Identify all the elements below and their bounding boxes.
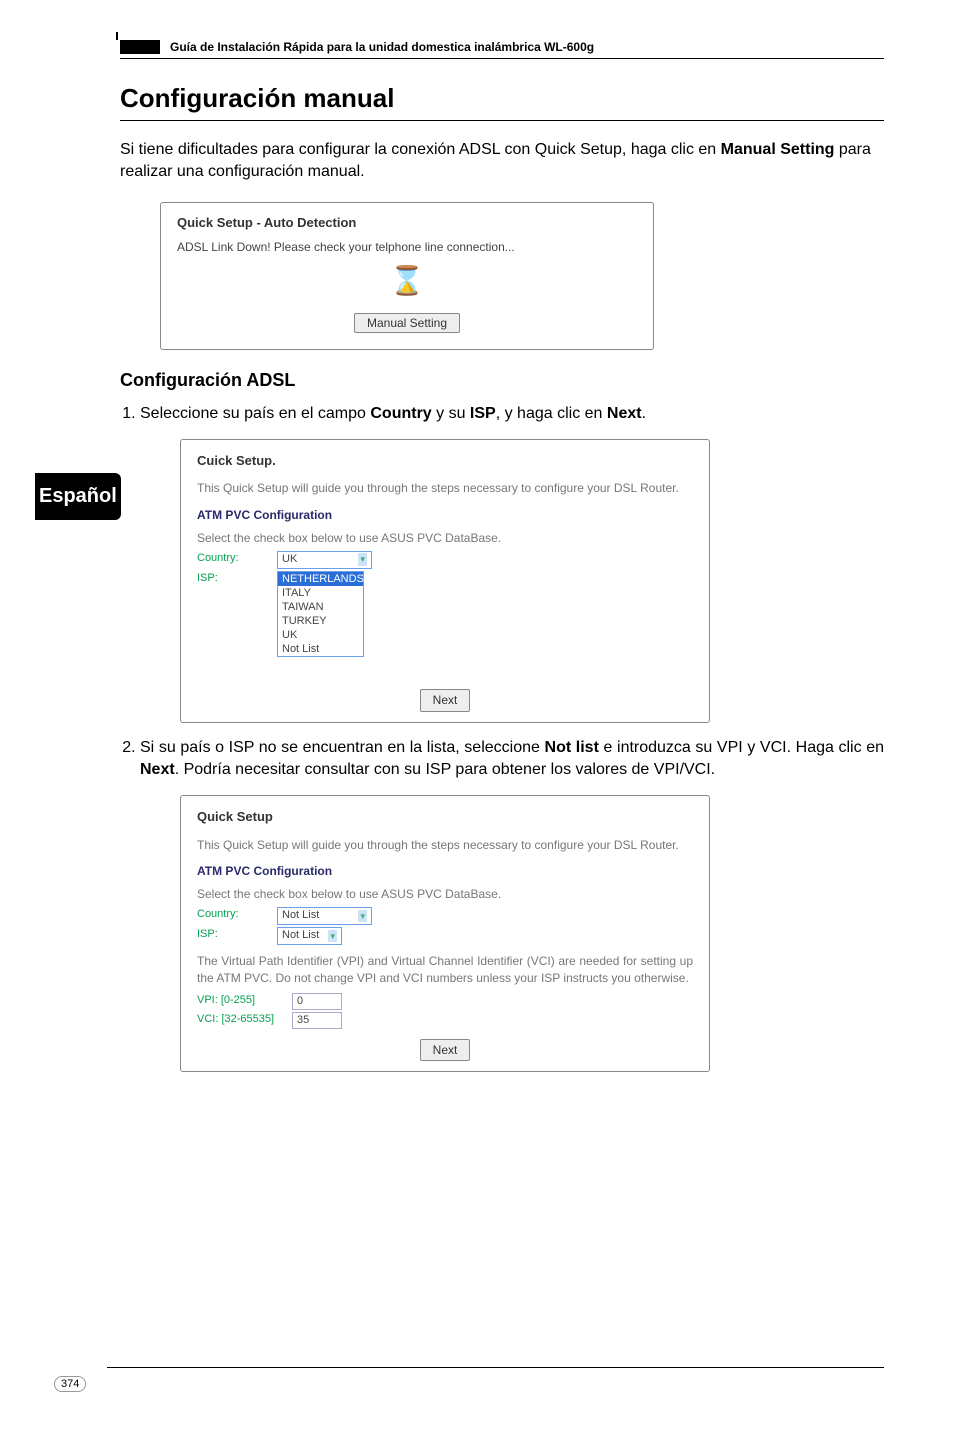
hourglass-wrap: ⌛ (177, 264, 637, 297)
intro-paragraph: Si tiene dificultades para configurar la… (120, 139, 884, 184)
ss2-section: ATM PVC Configuration (197, 507, 693, 524)
step1-post: . (642, 405, 646, 422)
page-header: Guía de Instalación Rápida para la unida… (120, 40, 884, 59)
ss3-isp-label: ISP: (197, 927, 277, 945)
step1-pre: Seleccione su país en el campo (140, 405, 370, 422)
intro-text-pre: Si tiene dificultades para configurar la… (120, 141, 721, 158)
step1-mid: y su (432, 405, 470, 422)
step2-post: . Podría necesitar consultar con su ISP … (175, 761, 715, 778)
screenshot-auto-detection: Quick Setup - Auto Detection ADSL Link D… (160, 202, 654, 350)
step2-bold2: Next (140, 761, 175, 778)
step2-pre: Si su país o ISP no se encuentran en la … (140, 739, 545, 756)
vpi-input[interactable]: 0 (292, 993, 342, 1010)
ss1-title: Quick Setup - Auto Detection (177, 215, 637, 230)
ss3-desc: This Quick Setup will guide you through … (197, 837, 693, 854)
isp-option[interactable]: TURKEY (278, 614, 363, 628)
isp-option[interactable]: UK (278, 628, 363, 642)
step1-bold2: ISP (470, 405, 496, 422)
ss2-country-label: Country: (197, 551, 277, 569)
step2-mid: e introduzca su VPI y VCI. Haga clic en (599, 739, 884, 756)
isp-select-open[interactable]: NETHERLANDS ITALY TAIWAN TURKEY UK Not L… (277, 571, 364, 657)
hourglass-icon: ⌛ (390, 265, 425, 296)
step1-bold3: Next (607, 405, 642, 422)
page-title: Configuración manual (120, 83, 884, 114)
vpi-label: VPI: [0-255] (197, 993, 292, 1010)
step1-bold1: Country (370, 405, 431, 422)
ss3-select-label: Select the check box below to use ASUS P… (197, 886, 693, 903)
adsl-subheading: Configuración ADSL (120, 370, 884, 391)
brand-icon (120, 40, 160, 54)
isp-option[interactable]: NETHERLANDS (278, 572, 363, 586)
vci-label: VCI: [32-65535] (197, 1012, 292, 1029)
ss1-text: ADSL Link Down! Please check your telpho… (177, 240, 637, 254)
chevron-down-icon: ▾ (358, 910, 367, 923)
ss2-title: Cuick Setup. (197, 452, 693, 470)
chevron-down-icon: ▾ (358, 553, 367, 566)
isp-select-value: Not List (282, 928, 319, 943)
isp-option[interactable]: TAIWAN (278, 600, 363, 614)
ss2-desc: This Quick Setup will guide you through … (197, 480, 693, 497)
page-number: 374 (54, 1376, 86, 1392)
intro-text-bold: Manual Setting (721, 141, 835, 158)
manual-setting-button[interactable]: Manual Setting (354, 313, 460, 333)
title-underline (120, 120, 884, 121)
ss3-vpvc-text: The Virtual Path Identifier (VPI) and Vi… (197, 953, 693, 987)
screenshot-quick-setup-vpi-vci: Quick Setup This Quick Setup will guide … (180, 795, 710, 1072)
vci-input[interactable]: 35 (292, 1012, 342, 1029)
chevron-down-icon: ▾ (328, 930, 337, 943)
step1-mid2: , y haga clic en (496, 405, 607, 422)
isp-option[interactable]: Not List (278, 642, 363, 656)
footer-line (107, 1367, 884, 1368)
country-select[interactable]: UK ▾ (277, 551, 372, 569)
header-doc-title: Guía de Instalación Rápida para la unida… (170, 40, 594, 54)
next-button[interactable]: Next (420, 689, 471, 712)
ss3-country-label: Country: (197, 907, 277, 925)
screenshot-quick-setup-country: Cuick Setup. This Quick Setup will guide… (180, 439, 710, 722)
country-select-notlist[interactable]: Not List ▾ (277, 907, 372, 925)
steps-list: Seleccione su país en el campo Country y… (120, 403, 884, 1073)
country-select-value: Not List (282, 908, 319, 923)
step-1: Seleccione su país en el campo Country y… (140, 403, 884, 723)
isp-select-notlist[interactable]: Not List ▾ (277, 927, 342, 945)
ss2-select-label: Select the check box below to use ASUS P… (197, 530, 693, 547)
next-button[interactable]: Next (420, 1039, 471, 1062)
step2-bold1: Not list (545, 739, 599, 756)
ss3-title: Quick Setup (197, 808, 693, 826)
country-select-value: UK (282, 552, 297, 567)
step-2: Si su país o ISP no se encuentran en la … (140, 737, 884, 1073)
isp-option[interactable]: ITALY (278, 586, 363, 600)
ss2-isp-label: ISP: (197, 571, 277, 586)
ss3-section: ATM PVC Configuration (197, 863, 693, 880)
